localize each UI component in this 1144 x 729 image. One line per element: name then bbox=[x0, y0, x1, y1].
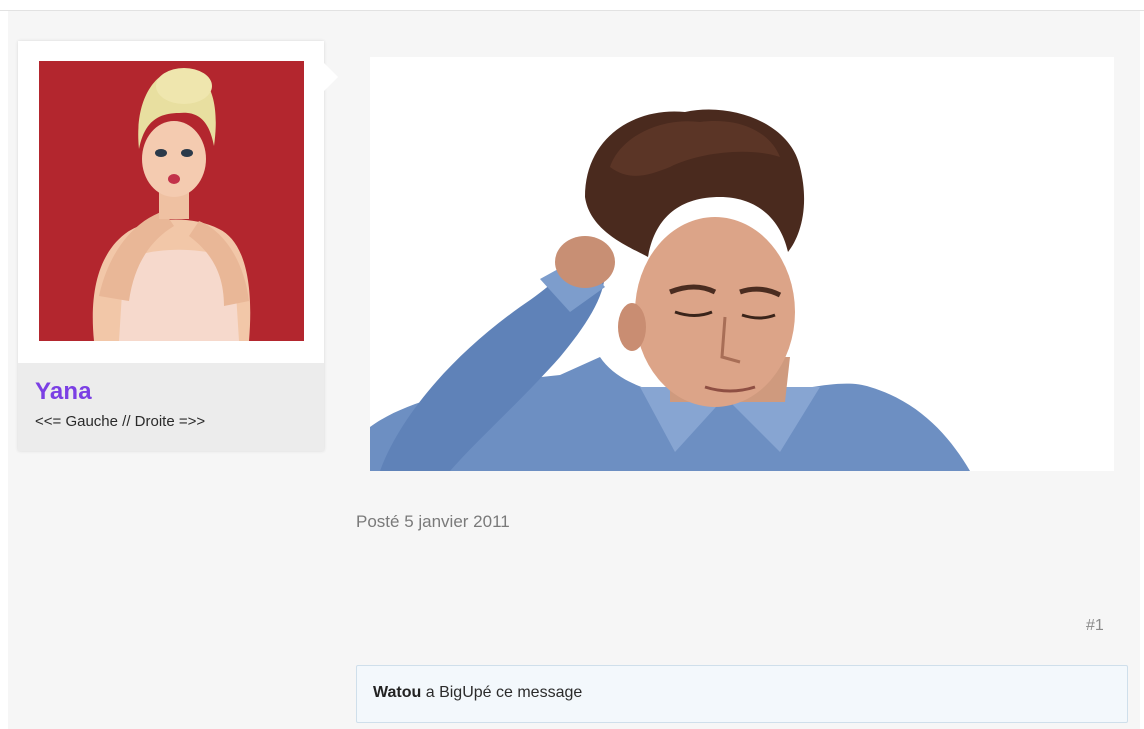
avatar[interactable] bbox=[39, 61, 304, 341]
post-number-link[interactable]: #1 bbox=[1086, 617, 1104, 635]
author-card: Yana <<= Gauche // Droite =>> bbox=[18, 41, 338, 451]
reaction-message: a BigUpé ce message bbox=[421, 684, 583, 701]
author-title: <<= Gauche // Droite =>> bbox=[35, 413, 206, 430]
post-image bbox=[370, 57, 1114, 471]
reaction-user-link[interactable]: Watou bbox=[373, 684, 421, 701]
author-name[interactable]: Yana bbox=[35, 378, 92, 406]
reaction-box: Watou a BigUpé ce message bbox=[356, 665, 1128, 723]
post-image-illustration bbox=[370, 57, 1114, 471]
card-pointer bbox=[324, 63, 338, 91]
top-divider bbox=[0, 0, 1144, 11]
avatar-illustration bbox=[39, 61, 304, 341]
avatar-frame bbox=[18, 41, 324, 363]
post-date: Posté 5 janvier 2011 bbox=[356, 512, 510, 531]
reaction-text: Watou a BigUpé ce message bbox=[373, 684, 582, 702]
